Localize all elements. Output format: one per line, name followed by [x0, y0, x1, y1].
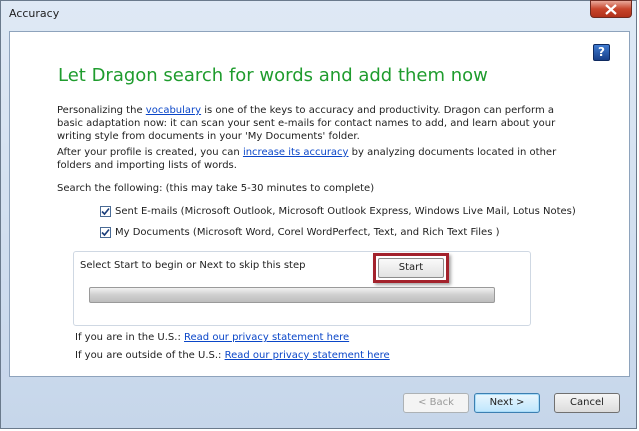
my-documents-option[interactable]: My Documents (Microsoft Word, Corel Word… [100, 225, 500, 239]
privacy-outside-link[interactable]: Read our privacy statement here [225, 350, 390, 361]
progress-bar [89, 287, 495, 303]
sent-emails-checkbox[interactable] [100, 205, 111, 217]
accuracy-paragraph: After your profile is created, you can i… [57, 146, 577, 172]
start-instruction: Select Start to begin or Next to skip th… [80, 260, 306, 271]
vocabulary-link[interactable]: vocabulary [146, 105, 201, 116]
privacy-us-line: If you are in the U.S.: Read our privacy… [75, 332, 349, 343]
start-panel: Select Start to begin or Next to skip th… [73, 251, 531, 326]
search-label: Search the following: (this may take 5-3… [57, 183, 375, 194]
help-icon[interactable]: ? [593, 44, 610, 61]
back-button[interactable]: < Back [403, 393, 469, 413]
cancel-button[interactable]: Cancel [554, 393, 620, 413]
window-title: Accuracy [9, 7, 60, 20]
sent-emails-option[interactable]: Sent E-mails (Microsoft Outlook, Microso… [100, 204, 576, 218]
start-button[interactable]: Start [378, 258, 444, 278]
close-button[interactable] [590, 0, 632, 18]
my-documents-label: My Documents (Microsoft Word, Corel Word… [115, 226, 500, 238]
checkmark-icon [101, 228, 110, 236]
intro-text-start: Personalizing the [57, 105, 146, 116]
increase-accuracy-link[interactable]: increase its accuracy [243, 147, 349, 158]
page-heading: Let Dragon search for words and add them… [58, 65, 488, 86]
title-bar: Accuracy [1, 0, 636, 27]
my-documents-checkbox[interactable] [100, 226, 111, 238]
checkmark-icon [101, 207, 110, 215]
accuracy-text-start: After your profile is created, you can [57, 147, 243, 158]
sent-emails-label: Sent E-mails (Microsoft Outlook, Microso… [115, 205, 576, 217]
dialog-content: ? Let Dragon search for words and add th… [9, 31, 630, 377]
privacy-us-text: If you are in the U.S.: [75, 332, 185, 343]
close-icon [605, 4, 617, 15]
privacy-outside-line: If you are outside of the U.S.: Read our… [75, 350, 390, 361]
privacy-us-link[interactable]: Read our privacy statement here [184, 332, 349, 343]
privacy-outside-text: If you are outside of the U.S.: [75, 350, 225, 361]
accuracy-dialog: Accuracy ? Let Dragon search for words a… [0, 0, 637, 429]
next-button[interactable]: Next > [474, 393, 540, 413]
intro-paragraph: Personalizing the vocabulary is one of t… [57, 104, 577, 143]
